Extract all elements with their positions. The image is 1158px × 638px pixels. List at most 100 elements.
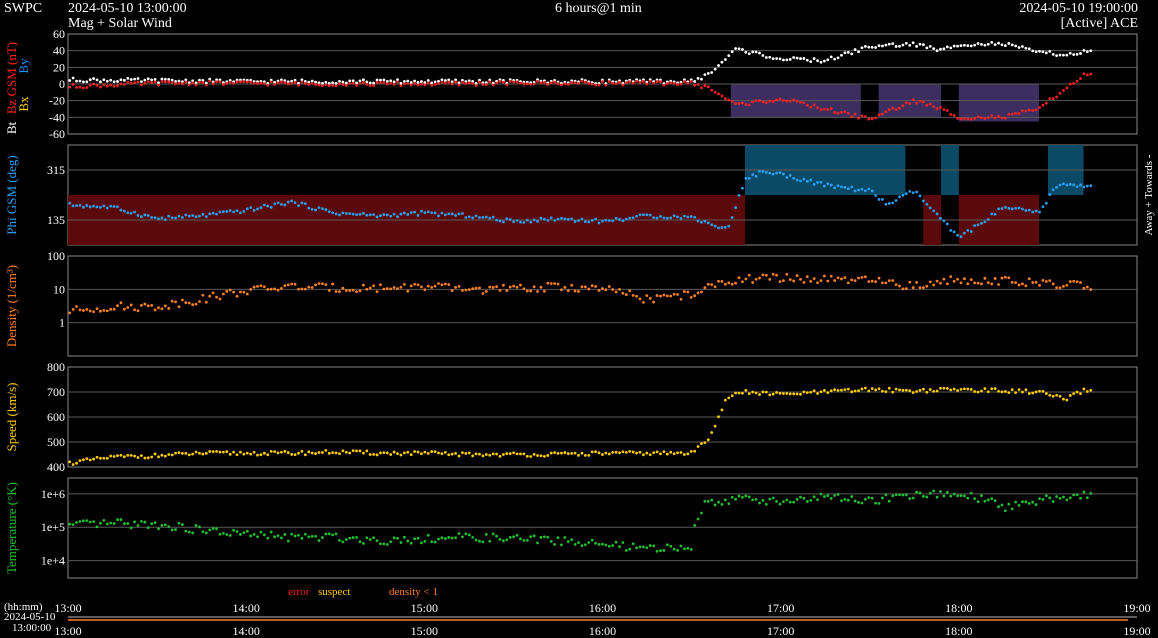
density-point [379,283,382,287]
bz-point [1062,89,1065,92]
bz-point [457,83,461,87]
density-point [194,302,198,306]
density-point [846,281,850,285]
density-point [324,283,328,287]
bz-point [1065,86,1069,90]
speed-point [529,455,533,458]
phi-point [785,175,789,179]
temperature-point [1075,493,1079,497]
bt-point [399,81,403,85]
density-point [423,288,427,292]
bt-point [829,55,833,59]
speed-point [105,456,109,460]
speed-point [665,452,669,456]
phi-point [474,214,478,218]
temperature-point [785,498,789,502]
speed-point [645,451,649,455]
temperature-point [191,531,195,535]
phi-point [522,221,526,224]
density-point [556,282,560,286]
temperature-point [508,536,512,539]
temperature-point [973,497,977,501]
bt-point [402,79,406,83]
bz-point [870,117,874,121]
bz-point [741,101,744,105]
temperature-point [290,532,294,536]
temperature-point [525,538,529,542]
bz-point [140,83,143,87]
temperature-point [993,499,997,503]
speed-point [672,452,676,456]
temperature-point [843,497,847,501]
speed-point [454,451,457,455]
temperature-point [894,493,898,497]
temperature-point [918,491,922,495]
bz-point [665,82,669,86]
speed-point [1055,393,1059,397]
phi-point [454,213,457,217]
bt-point [1014,44,1018,48]
time-tick-label: 19:00 [1123,624,1150,638]
speed-point [983,387,987,390]
bt-point [966,44,970,48]
density-point [457,284,461,288]
temperature-point [566,540,570,543]
density-point [1079,281,1082,284]
density-point [344,289,348,292]
bz-point [491,83,495,87]
density-point [109,307,113,311]
phi-point [420,209,423,213]
speed-point [129,453,133,457]
bz-point [980,116,983,120]
phi-point [662,216,666,220]
phi-point [396,215,399,219]
speed-point [826,391,830,395]
temperature-point [1048,496,1052,500]
bz-point [174,82,177,86]
temperature-point [969,491,973,495]
temperature-point [126,522,130,525]
bt-point [720,60,724,64]
bz-point [454,80,457,84]
phi-point [191,214,195,217]
speed-point [204,451,208,455]
phi-point [870,189,874,193]
y-tick-label: 700 [47,385,65,399]
speed-point [874,388,878,392]
density-point [413,282,417,286]
density-point [918,286,922,290]
temperature-point [788,500,792,504]
bz-point [659,80,662,84]
bt-point [703,73,707,76]
speed-point [262,451,266,455]
density-point [956,277,959,281]
phi-point [303,202,307,206]
density-point [778,280,782,284]
phi-point [1000,207,1004,210]
bt-point [334,81,338,85]
speed-point [382,451,386,455]
temperature-point [536,541,539,545]
speed-point [1079,392,1082,396]
speed-point [368,453,372,456]
speed-point [966,387,970,391]
bt-point [891,42,895,45]
density-point [805,275,809,279]
phi-point [665,216,669,220]
bz-point [361,80,365,84]
bt-point [915,44,918,48]
bt-point [1089,49,1093,53]
temperature-point [840,499,843,503]
bz-point [324,83,328,87]
bz-point [949,112,953,116]
density-point [389,287,393,291]
bt-point [908,43,912,47]
density-point [672,292,676,296]
density-point [167,307,171,310]
density-point [642,300,645,304]
temperature-point [1007,502,1011,506]
bt-point [741,48,744,51]
bt-point [389,79,393,83]
bz-point [542,81,546,84]
bz-point [283,81,287,85]
